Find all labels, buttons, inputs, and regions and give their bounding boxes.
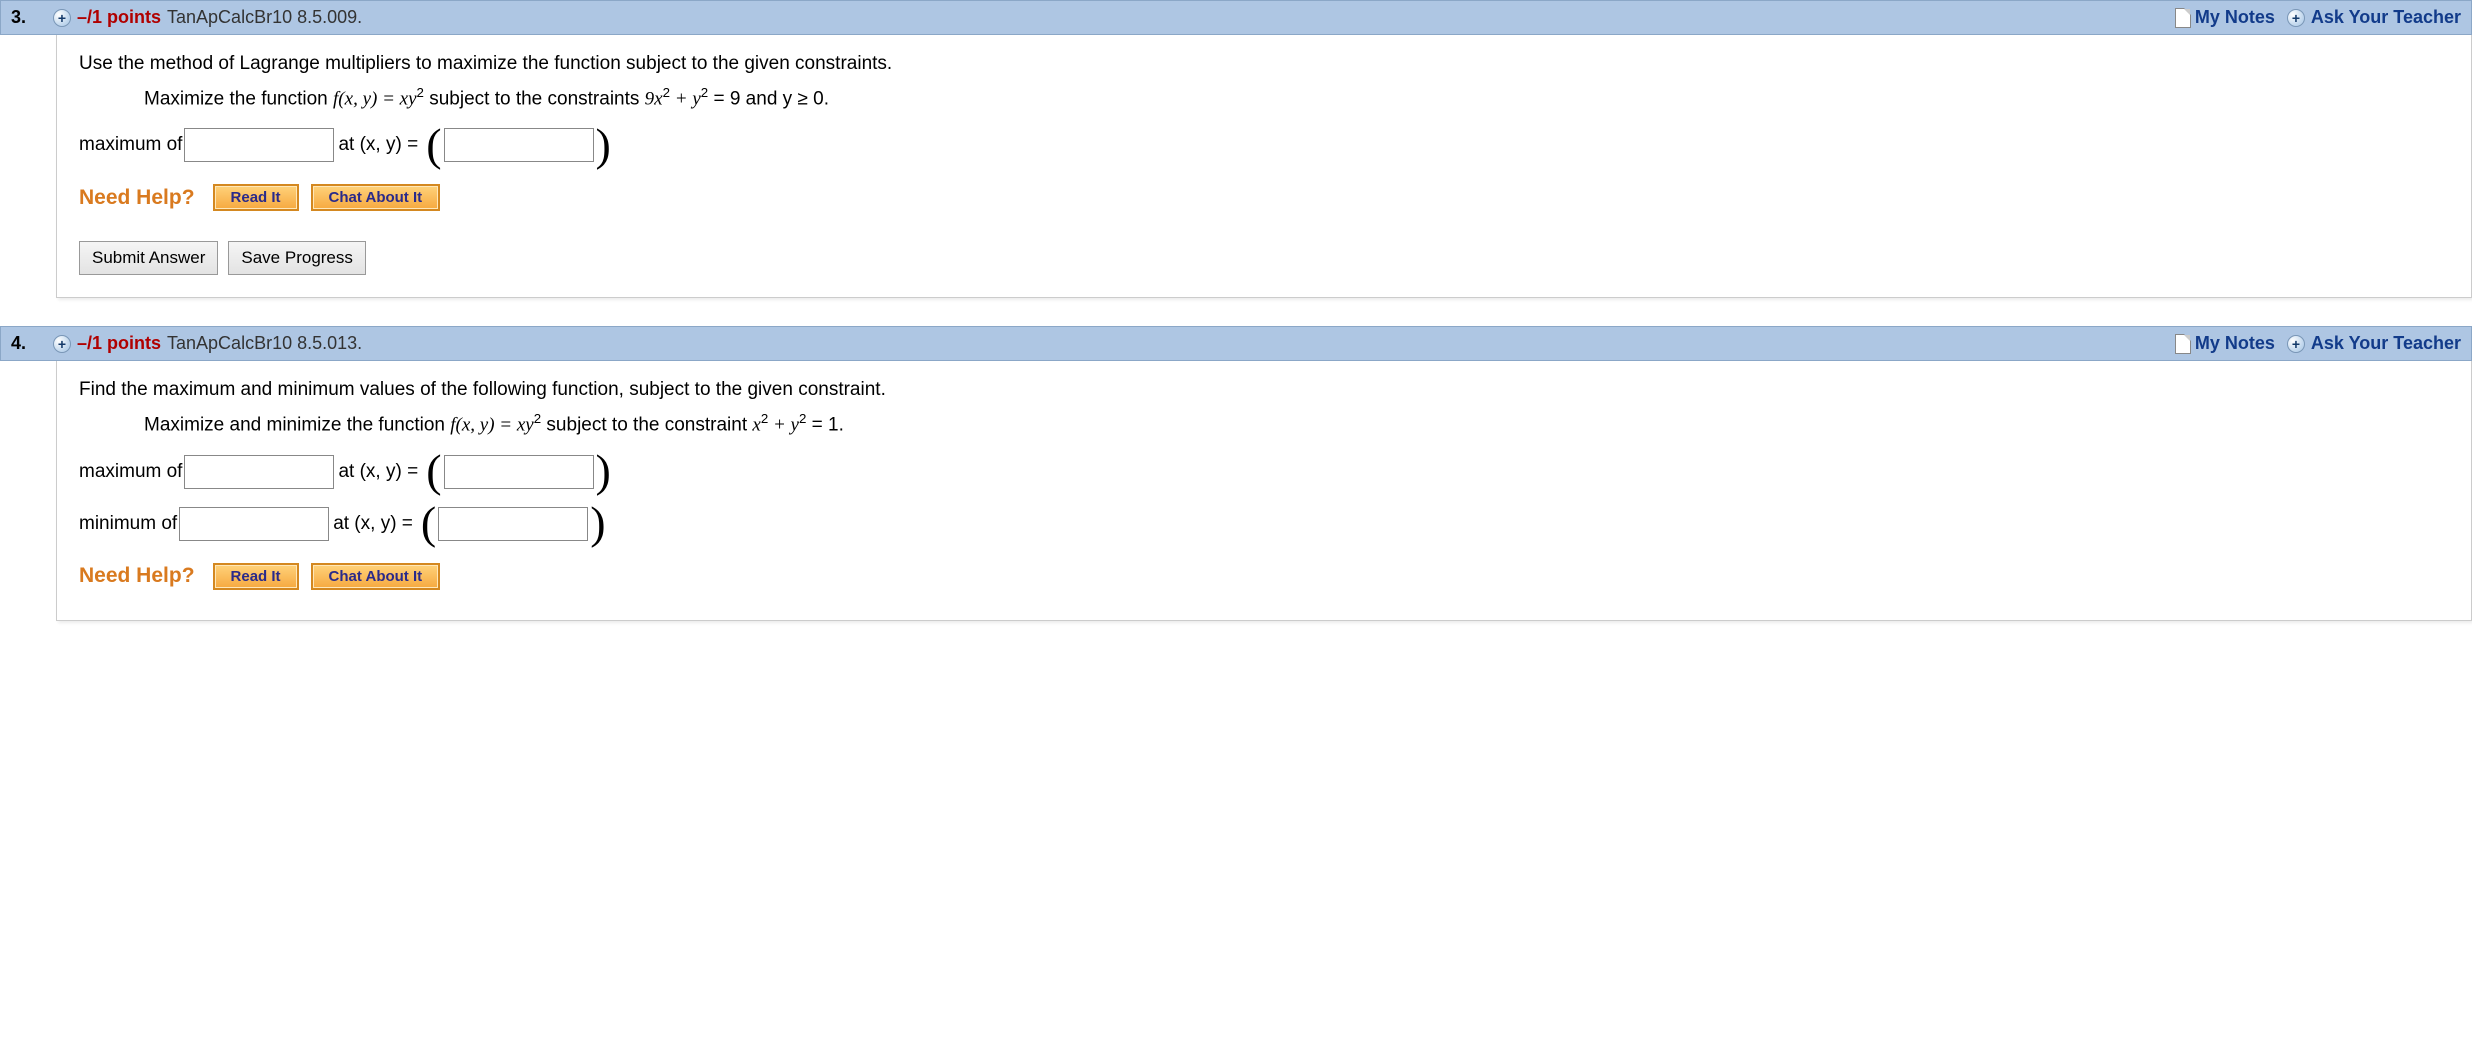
ask-teacher-label: Ask Your Teacher	[2311, 333, 2461, 354]
plus-icon: +	[2287, 9, 2305, 27]
left-paren: (	[424, 457, 443, 485]
points-label: –/1 points	[77, 333, 161, 354]
expand-icon[interactable]: +	[53, 9, 71, 27]
chat-about-it-button[interactable]: Chat About It	[311, 184, 441, 211]
expand-icon[interactable]: +	[53, 335, 71, 353]
submit-answer-button[interactable]: Submit Answer	[79, 241, 218, 275]
source-label: TanApCalcBr10 8.5.013.	[167, 333, 362, 354]
point-input[interactable]	[438, 507, 588, 541]
at-xy-label: at (x, y) =	[338, 461, 418, 483]
need-help-label: Need Help?	[79, 564, 195, 588]
save-progress-button[interactable]: Save Progress	[228, 241, 366, 275]
chat-about-it-button[interactable]: Chat About It	[311, 563, 441, 590]
value-input[interactable]	[179, 507, 329, 541]
need-help-label: Need Help?	[79, 186, 195, 210]
subprompt-text: Maximize and minimize the function f(x, …	[144, 411, 2449, 436]
answer-row: minimum of at (x, y) = ()	[79, 507, 2449, 541]
note-icon	[2175, 8, 2191, 28]
at-xy-label: at (x, y) =	[338, 134, 418, 156]
question-number: 4.	[11, 333, 53, 354]
right-paren: )	[588, 509, 607, 537]
points-label: –/1 points	[77, 7, 161, 28]
question-header: 4.+–/1 pointsTanApCalcBr10 8.5.013.My No…	[0, 326, 2472, 361]
left-paren: (	[419, 509, 438, 537]
note-icon	[2175, 334, 2191, 354]
answer-label: minimum of	[79, 513, 177, 535]
read-it-button[interactable]: Read It	[213, 563, 299, 590]
ask-teacher-link[interactable]: + Ask Your Teacher	[2287, 333, 2461, 354]
answer-row: maximum of at (x, y) = ()	[79, 455, 2449, 489]
value-input[interactable]	[184, 455, 334, 489]
answer-label: maximum of	[79, 134, 182, 156]
value-input[interactable]	[184, 128, 334, 162]
my-notes-label: My Notes	[2195, 333, 2275, 354]
question-header: 3.+–/1 pointsTanApCalcBr10 8.5.009.My No…	[0, 0, 2472, 35]
source-label: TanApCalcBr10 8.5.009.	[167, 7, 362, 28]
plus-icon: +	[2287, 335, 2305, 353]
point-input[interactable]	[444, 128, 594, 162]
read-it-button[interactable]: Read It	[213, 184, 299, 211]
at-xy-label: at (x, y) =	[333, 513, 413, 535]
ask-teacher-link[interactable]: + Ask Your Teacher	[2287, 7, 2461, 28]
prompt-text: Use the method of Lagrange multipliers t…	[79, 53, 2449, 75]
question-body: Find the maximum and minimum values of t…	[56, 361, 2472, 620]
my-notes-link[interactable]: My Notes	[2175, 333, 2275, 354]
my-notes-label: My Notes	[2195, 7, 2275, 28]
subprompt-text: Maximize the function f(x, y) = xy2 subj…	[144, 85, 2449, 110]
point-input[interactable]	[444, 455, 594, 489]
answer-row: maximum of at (x, y) = ()	[79, 128, 2449, 162]
left-paren: (	[424, 131, 443, 159]
question-body: Use the method of Lagrange multipliers t…	[56, 35, 2472, 298]
answer-label: maximum of	[79, 461, 182, 483]
question-number: 3.	[11, 7, 53, 28]
right-paren: )	[594, 457, 613, 485]
prompt-text: Find the maximum and minimum values of t…	[79, 379, 2449, 401]
ask-teacher-label: Ask Your Teacher	[2311, 7, 2461, 28]
my-notes-link[interactable]: My Notes	[2175, 7, 2275, 28]
right-paren: )	[594, 131, 613, 159]
